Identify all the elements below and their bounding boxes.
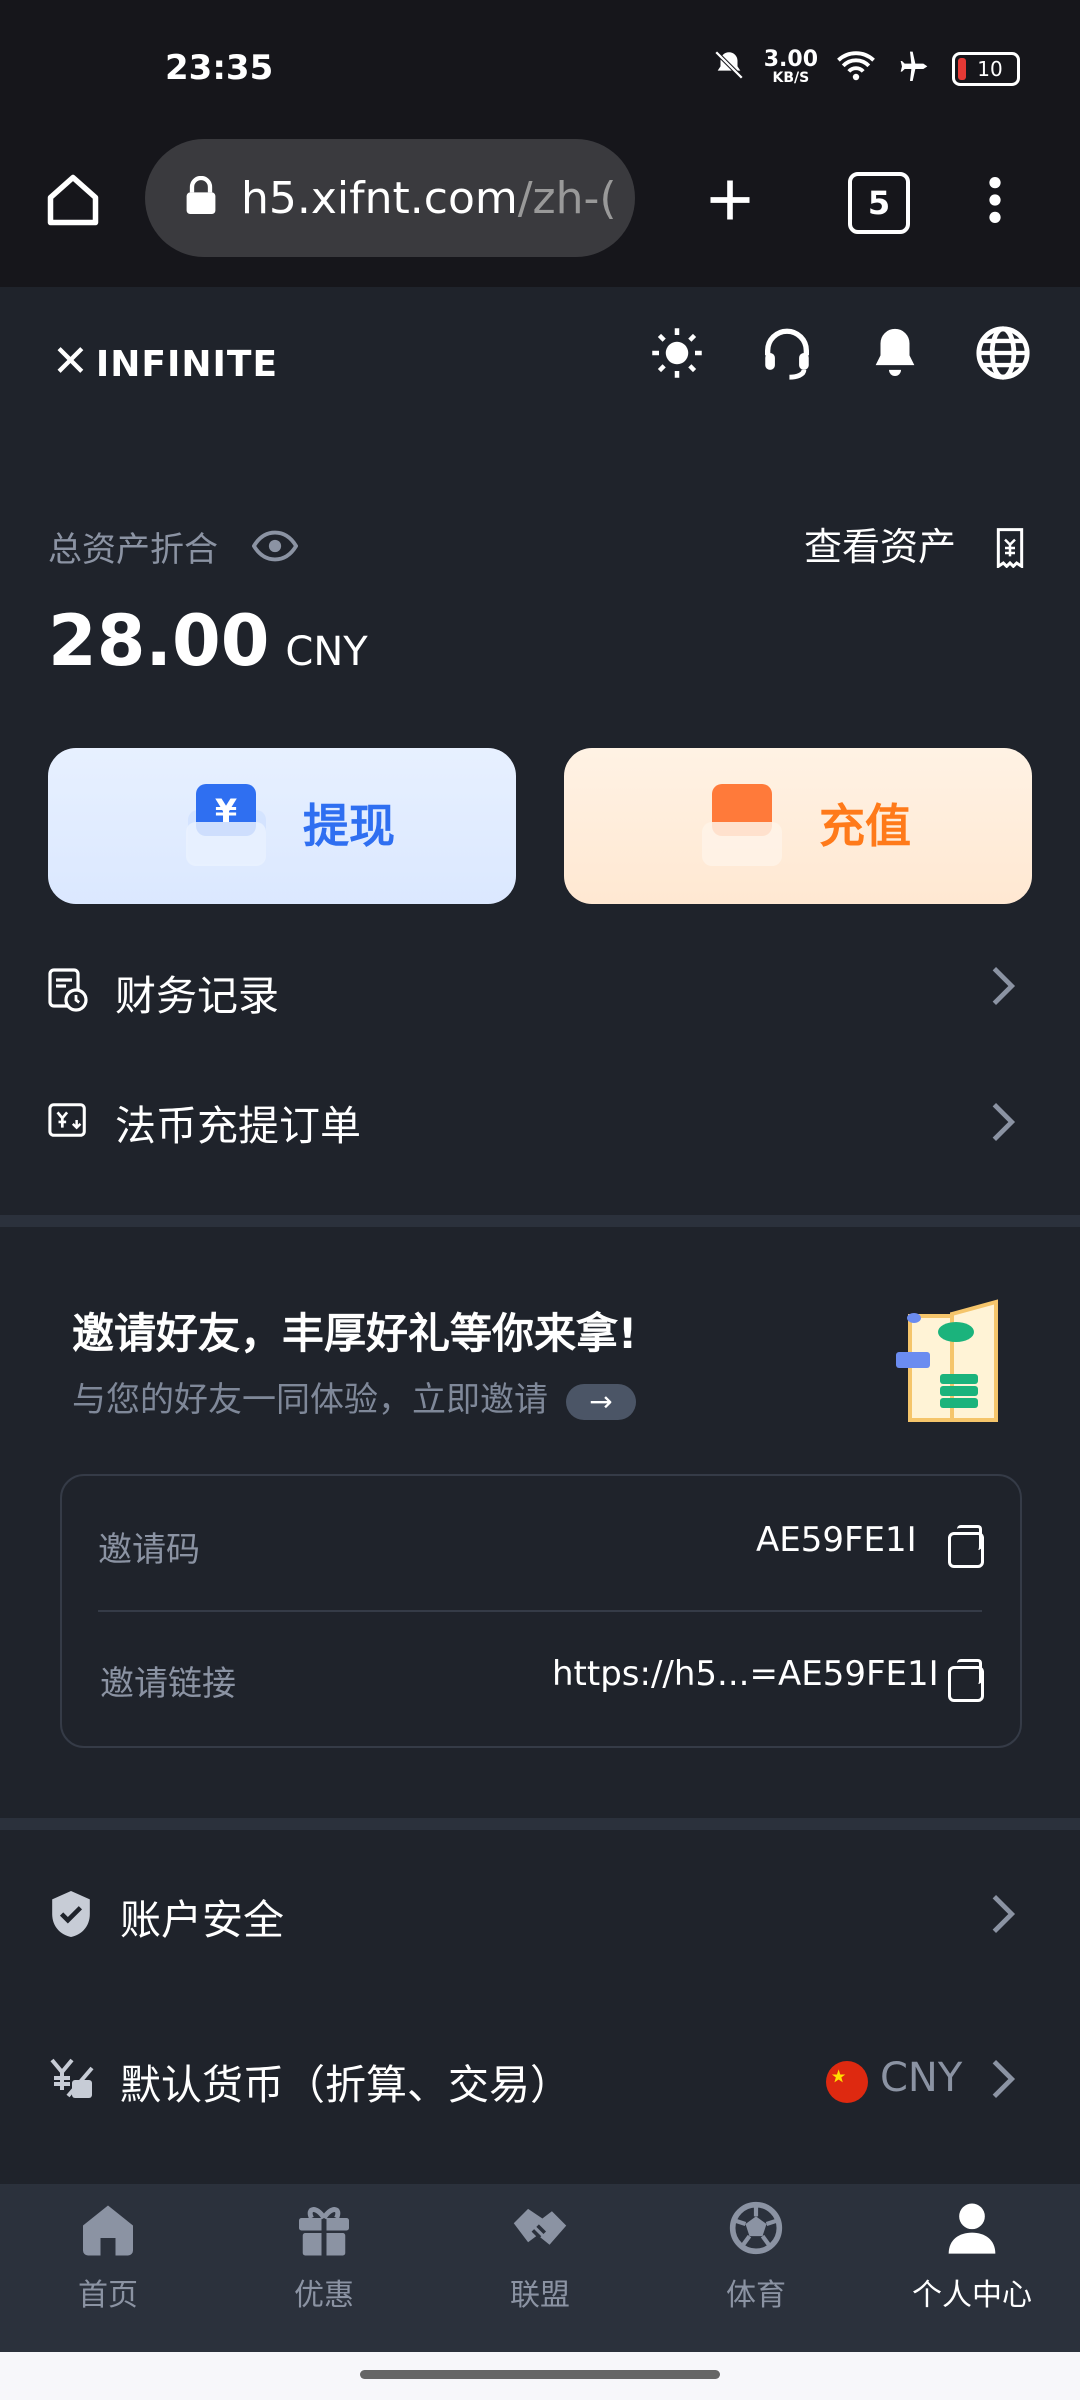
section-divider (0, 1215, 1080, 1227)
handshake-icon (509, 2200, 571, 2260)
user-icon (944, 2200, 1000, 2260)
nav-profile[interactable]: 个人中心 (864, 2200, 1080, 2314)
invite-link-label: 邀请链接 (100, 1664, 236, 1704)
receipt-icon[interactable] (990, 526, 1030, 570)
url-text: h5.xifnt.com/zh-( (241, 172, 617, 224)
battery-icon: 10 (952, 51, 1020, 86)
invite-arrow-button[interactable]: → (566, 1383, 636, 1420)
default-currency-row[interactable]: 默认货币（折算、交易） CNY (0, 2015, 1080, 2145)
net-speed: 3.00 KB/S (763, 46, 818, 86)
chevron-right-icon (990, 2057, 1016, 2112)
chevron-right-icon (990, 1100, 1016, 1155)
china-flag-icon (826, 2061, 868, 2107)
home-indicator[interactable] (360, 2370, 720, 2379)
home-icon (78, 2200, 138, 2260)
account-security-row[interactable]: 账户安全 (0, 1850, 1080, 1980)
nav-sports[interactable]: 体育 (648, 2200, 864, 2314)
fiat-order-icon (48, 1100, 90, 1144)
nav-alliance[interactable]: 联盟 (432, 2200, 648, 2314)
url-bar[interactable]: h5.xifnt.com/zh-( (145, 139, 635, 257)
copy-code-icon[interactable] (948, 1525, 984, 1568)
invite-subtitle: 与您的好友一同体验，立即邀请 → (72, 1372, 636, 1421)
bell-icon[interactable] (860, 318, 930, 388)
default-currency-value: CNY (880, 2055, 963, 2101)
total-assets-label: 总资产折合 (48, 530, 218, 570)
total-assets-amount: 28.00 CNY (48, 600, 368, 682)
copy-link-icon[interactable] (948, 1659, 984, 1702)
tab-switcher-button[interactable]: 5 (848, 172, 910, 234)
silent-bell-icon (712, 48, 746, 89)
logo-x-icon: ✕ (52, 336, 90, 387)
chevron-right-icon (990, 1892, 1016, 1947)
deposit-button[interactable]: 充值 (564, 748, 1032, 904)
finance-records-row[interactable]: 财务记录 (0, 930, 1080, 1050)
invite-illustration (880, 1296, 1012, 1426)
lock-icon (183, 175, 219, 220)
finance-record-icon (48, 968, 88, 1016)
invite-title: 邀请好友，丰厚好礼等你来拿! (72, 1309, 638, 1358)
currency-exchange-icon (48, 2055, 96, 2105)
invite-code-label: 邀请码 (98, 1530, 200, 1570)
invite-divider (98, 1610, 982, 1612)
eye-icon[interactable] (250, 526, 300, 566)
gift-icon (294, 2200, 354, 2260)
status-time: 23:35 (165, 48, 274, 88)
soccer-ball-icon (727, 2200, 785, 2260)
status-icons: 3.00 KB/S 10 (712, 48, 1020, 89)
fiat-orders-row[interactable]: 法币充提订单 (0, 1062, 1080, 1182)
view-assets-link[interactable]: 查看资产 (804, 516, 956, 571)
nav-home[interactable]: 首页 (0, 2200, 216, 2314)
withdraw-button[interactable]: ¥ 提现 (48, 748, 516, 904)
invite-link-value: https://h5...=AE59FE1I (552, 1654, 939, 1694)
sun-icon[interactable] (642, 318, 712, 388)
globe-icon[interactable] (968, 318, 1038, 388)
app-logo[interactable]: ✕ INFINITE (52, 336, 278, 387)
browser-home-icon[interactable] (38, 165, 108, 235)
nav-promotions[interactable]: 优惠 (216, 2200, 432, 2314)
airplane-icon (894, 49, 934, 88)
wallet-deposit-icon (694, 778, 786, 868)
wallet-yen-icon: ¥ (178, 778, 270, 868)
shield-check-icon (48, 1888, 94, 1944)
chevron-right-icon (990, 964, 1016, 1019)
headset-icon[interactable] (752, 318, 822, 388)
browser-menu-icon[interactable] (975, 165, 1015, 235)
new-tab-icon[interactable] (695, 165, 765, 235)
wifi-icon (836, 49, 876, 88)
section-divider (0, 1818, 1080, 1830)
invite-code-value: AE59FE1I (756, 1520, 917, 1560)
